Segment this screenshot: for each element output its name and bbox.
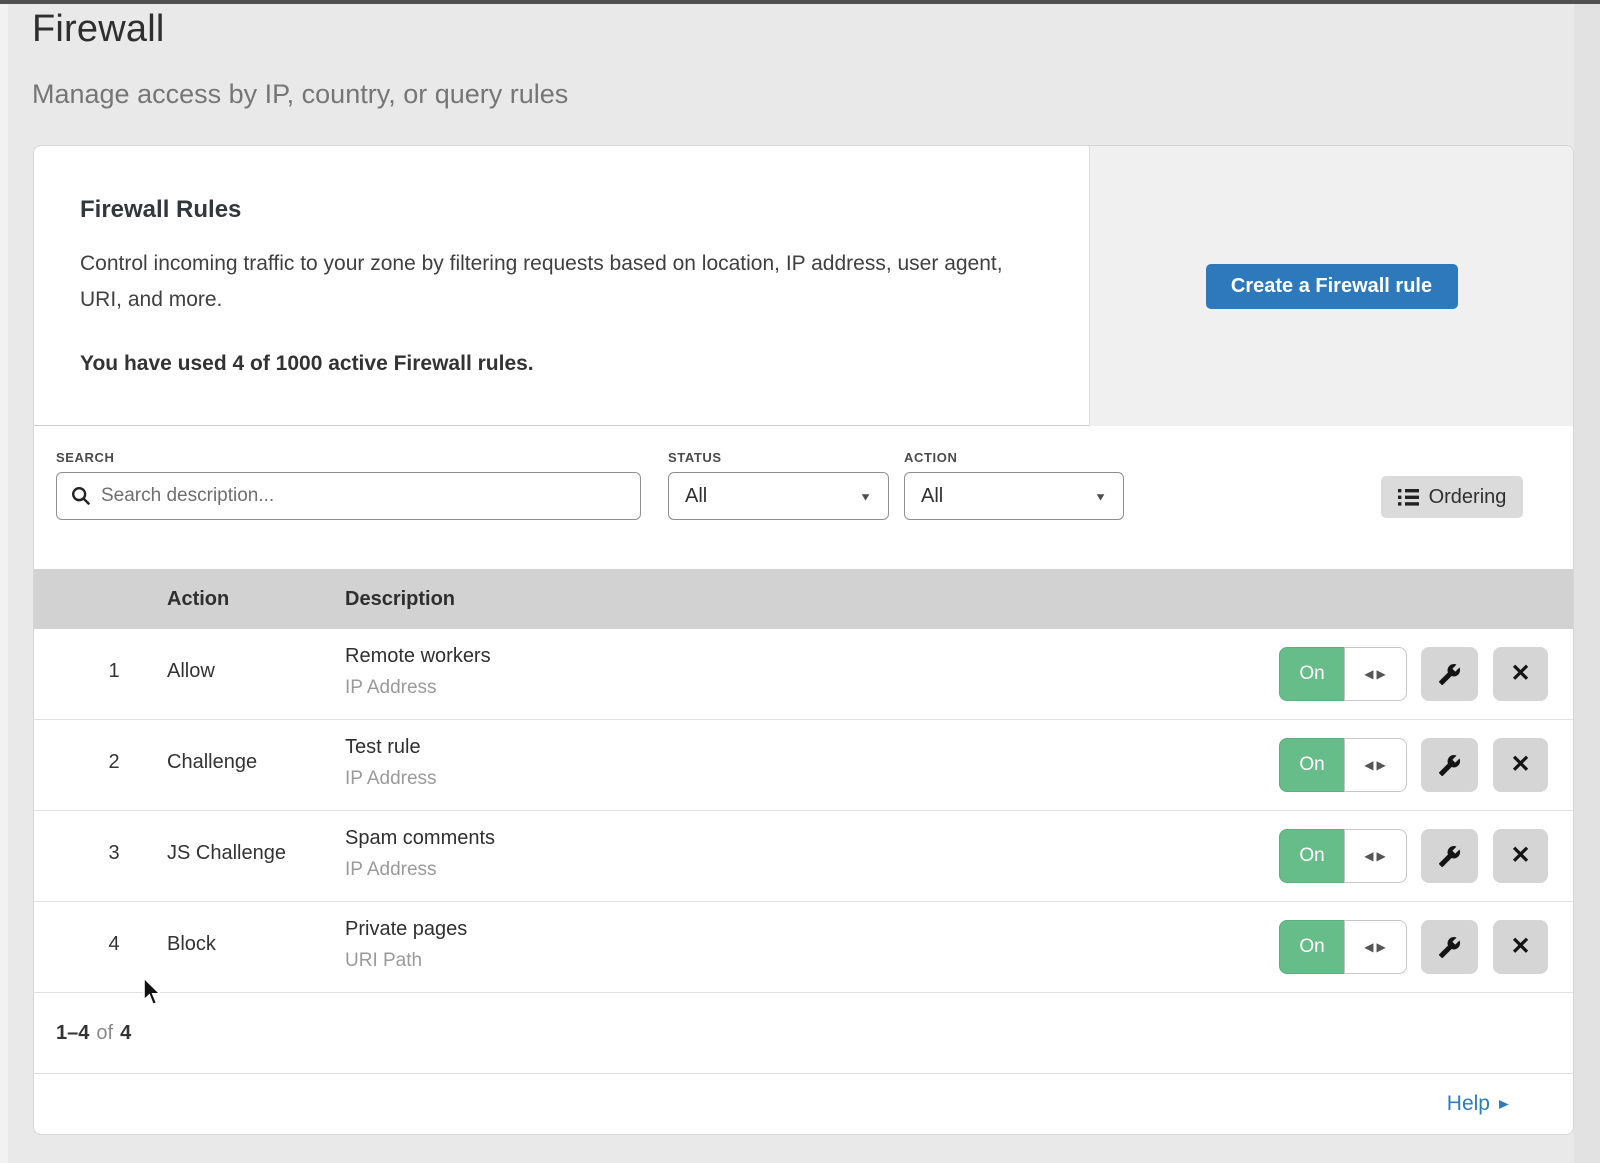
rules-section-description: Control incoming traffic to your zone by… — [80, 246, 1030, 318]
ordered-list-icon — [1398, 489, 1419, 506]
toggle-handle[interactable]: ◀▶ — [1344, 738, 1407, 792]
toggle-arrows-icon: ◀▶ — [1364, 849, 1388, 863]
table-header: Action Description — [34, 569, 1573, 629]
help-footer: Help ▶ — [34, 1074, 1573, 1134]
rule-field: IP Address — [345, 859, 495, 881]
edit-rule-button[interactable] — [1421, 829, 1478, 883]
rule-description: Test rule IP Address — [345, 736, 437, 790]
edit-rule-button[interactable] — [1421, 738, 1478, 792]
pagination: 1–4 of 4 — [34, 993, 1573, 1074]
close-icon: ✕ — [1510, 662, 1530, 686]
rule-field: URI Path — [345, 950, 467, 972]
rules-section-title: Firewall Rules — [80, 196, 1045, 224]
pagination-of: of — [96, 1022, 113, 1045]
ordering-button[interactable]: Ordering — [1381, 476, 1523, 518]
rule-action: JS Challenge — [167, 842, 286, 865]
action-label: ACTION — [904, 450, 957, 465]
wrench-icon — [1438, 754, 1461, 777]
delete-rule-button[interactable]: ✕ — [1493, 920, 1548, 974]
search-box[interactable] — [56, 472, 641, 520]
table-row: 4 Block Private pages URI Path On ◀▶ ✕ — [34, 902, 1573, 993]
close-icon: ✕ — [1510, 935, 1530, 959]
rule-description: Private pages URI Path — [345, 918, 467, 972]
wrench-icon — [1438, 845, 1461, 868]
help-link[interactable]: Help ▶ — [1447, 1092, 1509, 1116]
pagination-range: 1–4 — [56, 1022, 89, 1045]
toggle-arrows-icon: ◀▶ — [1364, 940, 1388, 954]
rule-description: Remote workers IP Address — [345, 645, 491, 699]
rule-description-title: Test rule — [345, 736, 437, 759]
column-header-description: Description — [345, 569, 455, 629]
wrench-icon — [1438, 936, 1461, 959]
rule-action: Block — [167, 933, 216, 956]
table-row: 1 Allow Remote workers IP Address On ◀▶ … — [34, 629, 1573, 720]
toggle-arrows-icon: ◀▶ — [1364, 667, 1388, 681]
create-firewall-rule-button[interactable]: Create a Firewall rule — [1206, 264, 1458, 309]
delete-rule-button[interactable]: ✕ — [1493, 829, 1548, 883]
toggle-on-segment[interactable]: On — [1279, 920, 1344, 974]
rule-enabled-toggle[interactable]: On ◀▶ — [1279, 738, 1407, 792]
action-select-value: All — [921, 485, 943, 508]
chevron-down-icon: ▼ — [1094, 490, 1107, 503]
page-title: Firewall — [32, 8, 568, 51]
rule-priority: 3 — [96, 842, 132, 865]
toggle-on-segment[interactable]: On — [1279, 647, 1344, 701]
page-right-gutter — [1574, 4, 1600, 1163]
delete-rule-button[interactable]: ✕ — [1493, 647, 1548, 701]
status-select[interactable]: All ▼ — [668, 472, 889, 520]
rule-description-title: Spam comments — [345, 827, 495, 850]
toggle-handle[interactable]: ◀▶ — [1344, 920, 1407, 974]
status-label: STATUS — [668, 450, 722, 465]
rule-priority: 2 — [96, 751, 132, 774]
window-top-edge — [0, 0, 1600, 4]
create-rule-panel: Create a Firewall rule — [1089, 146, 1573, 426]
table-row: 3 JS Challenge Spam comments IP Address … — [34, 811, 1573, 902]
search-input[interactable] — [57, 473, 640, 519]
rule-priority: 1 — [96, 660, 132, 683]
status-select-value: All — [685, 485, 707, 508]
delete-rule-button[interactable]: ✕ — [1493, 738, 1548, 792]
rule-field: IP Address — [345, 768, 437, 790]
rules-info-section: Firewall Rules Control incoming traffic … — [34, 146, 1573, 426]
rules-info-text: Firewall Rules Control incoming traffic … — [34, 146, 1091, 425]
rule-enabled-toggle[interactable]: On ◀▶ — [1279, 647, 1407, 701]
wrench-icon — [1438, 663, 1461, 686]
column-header-action: Action — [167, 569, 229, 629]
rule-priority: 4 — [96, 933, 132, 956]
ordering-button-label: Ordering — [1429, 486, 1507, 509]
edit-rule-button[interactable] — [1421, 647, 1478, 701]
firewall-rules-card: Firewall Rules Control incoming traffic … — [33, 145, 1574, 1135]
pagination-total: 4 — [120, 1022, 131, 1045]
page-header: Firewall Manage access by IP, country, o… — [32, 8, 568, 110]
close-icon: ✕ — [1510, 844, 1530, 868]
toggle-arrows-icon: ◀▶ — [1364, 758, 1388, 772]
rule-description-title: Remote workers — [345, 645, 491, 668]
search-icon — [70, 485, 92, 507]
rule-enabled-toggle[interactable]: On ◀▶ — [1279, 920, 1407, 974]
rule-description-title: Private pages — [345, 918, 467, 941]
toggle-on-segment[interactable]: On — [1279, 738, 1344, 792]
rules-usage-text: You have used 4 of 1000 active Firewall … — [80, 352, 1045, 376]
arrow-right-icon: ▶ — [1499, 1097, 1509, 1111]
rule-action: Challenge — [167, 751, 257, 774]
toggle-handle[interactable]: ◀▶ — [1344, 647, 1407, 701]
close-icon: ✕ — [1510, 753, 1530, 777]
help-link-label: Help — [1447, 1092, 1490, 1116]
rule-enabled-toggle[interactable]: On ◀▶ — [1279, 829, 1407, 883]
edit-rule-button[interactable] — [1421, 920, 1478, 974]
search-label: SEARCH — [56, 450, 115, 465]
toggle-on-segment[interactable]: On — [1279, 829, 1344, 883]
window-left-edge — [0, 4, 8, 1163]
toggle-handle[interactable]: ◀▶ — [1344, 829, 1407, 883]
rule-field: IP Address — [345, 677, 491, 699]
rule-action: Allow — [167, 660, 215, 683]
page-subtitle: Manage access by IP, country, or query r… — [32, 79, 568, 110]
chevron-down-icon: ▼ — [859, 490, 872, 503]
filter-row: SEARCH STATUS All ▼ ACTION All ▼ — [34, 426, 1573, 569]
rule-description: Spam comments IP Address — [345, 827, 495, 881]
action-select[interactable]: All ▼ — [904, 472, 1124, 520]
table-row: 2 Challenge Test rule IP Address On ◀▶ ✕ — [34, 720, 1573, 811]
